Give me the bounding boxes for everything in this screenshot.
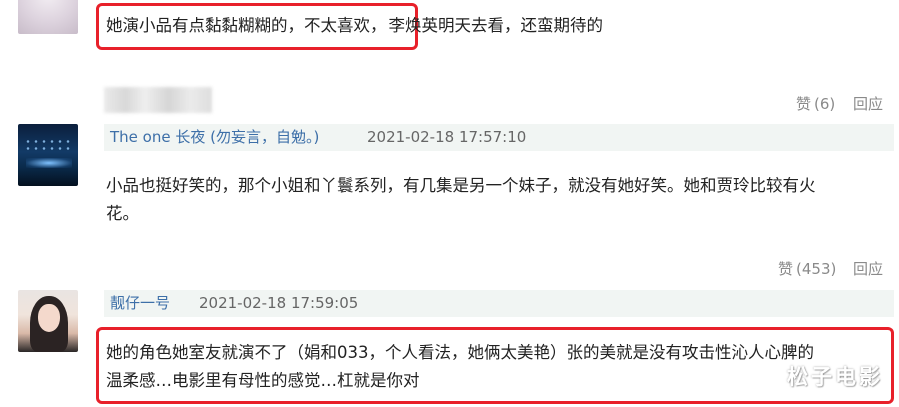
comment-text: 她的角色她室友就演不了（娟和033，个人看法，她俩太美艳）张的美就是没有攻击性沁… <box>106 343 814 390</box>
username-link[interactable]: 靓仔一号 <box>110 290 170 317</box>
like-button[interactable]: 赞 (6) <box>796 93 835 114</box>
avatar[interactable] <box>18 290 78 352</box>
reply-button[interactable]: 回应 <box>853 258 883 279</box>
comment-time: 2021-02-18 17:59:05 <box>199 294 359 312</box>
like-button[interactable]: 赞 (453) <box>778 258 836 279</box>
reply-button[interactable]: 回应 <box>853 93 883 114</box>
comment-text: 她演小品有点黏黏糊糊的，不太喜欢， 李焕英明天去看，还蛮期待的 <box>106 16 603 35</box>
avatar[interactable] <box>18 0 78 34</box>
comment-text: 小品也挺好笑的，那个小姐和丫鬟系列，有几集是另一个妹子，就没有她好笑。她和贾玲比… <box>106 176 816 223</box>
avatar[interactable] <box>18 124 78 186</box>
watermark: 松子电影 <box>787 365 883 389</box>
blurred-username <box>104 87 212 113</box>
comment-time: 2021-02-18 17:57:10 <box>367 128 527 146</box>
username-link[interactable]: The one 长夜 (勿妄言，自勉。) <box>110 124 319 151</box>
